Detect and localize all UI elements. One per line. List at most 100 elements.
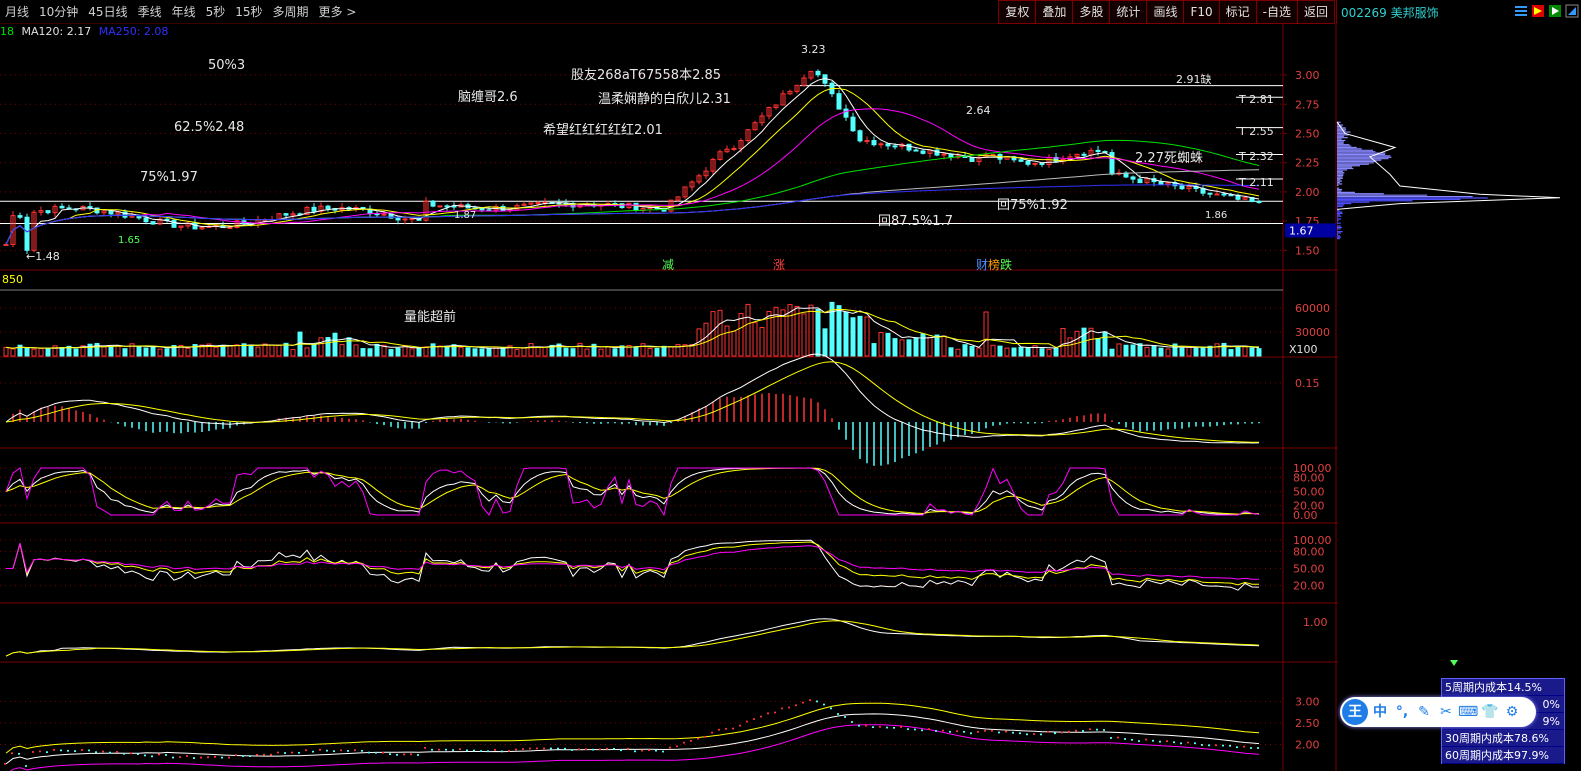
ma-legend: 18 MA120: 2.17 MA250: 2.08: [0, 24, 168, 40]
marker-rise[interactable]: 涨: [773, 256, 785, 273]
toolbar-button-6[interactable]: 标记: [1218, 0, 1257, 24]
marker-reduce[interactable]: 减: [662, 256, 674, 273]
volume-bar: [1130, 344, 1136, 357]
volume-bar: [920, 333, 926, 357]
label-low-148: ←1.48: [26, 250, 60, 263]
cost-row-4: 60周期内成本97.9%: [1442, 747, 1564, 764]
shirt-icon[interactable]: 👕: [1480, 702, 1500, 722]
keyboard-icon[interactable]: ⌨: [1458, 702, 1478, 722]
volume-bar: [976, 347, 982, 357]
candle-body: [1081, 153, 1087, 156]
marker-rank[interactable]: 榜: [988, 256, 1000, 273]
volume-bar: [458, 346, 464, 357]
toolbar-button-7[interactable]: -自选: [1255, 0, 1298, 24]
annotation-volume: 量能超前: [404, 310, 457, 325]
candle-body: [906, 143, 912, 151]
gear-icon[interactable]: ⚙: [1502, 702, 1522, 722]
menu-icon[interactable]: [1514, 4, 1528, 18]
volume-bar: [1193, 347, 1199, 357]
label-t255: T 2.55: [1239, 125, 1274, 138]
toolbar-button-0[interactable]: 复权: [998, 0, 1037, 24]
volume-bar: [948, 347, 954, 357]
period-tab-2[interactable]: 45日线: [83, 0, 132, 24]
volume-bar: [339, 343, 345, 357]
volume-bar: [927, 336, 933, 357]
macd-dif-line: [5, 353, 1260, 444]
period-tab-8[interactable]: 更多 >: [314, 0, 362, 24]
candle-body: [1158, 181, 1164, 185]
current-price-tag: 1.67: [1289, 224, 1314, 237]
kdj-tick-label-1: 80.00: [1293, 471, 1325, 484]
candle-body: [871, 140, 877, 146]
candle-body: [535, 202, 541, 205]
punctuation-icon[interactable]: °,: [1392, 702, 1412, 722]
kline-chart[interactable]: 3.002.752.502.252.001.751.501.6760000300…: [0, 24, 1581, 771]
period-tab-1[interactable]: 10分钟: [34, 0, 83, 24]
candle-body: [920, 150, 926, 154]
rsi-tick-label-3: 20.00: [1293, 580, 1325, 593]
volume-bar: [542, 346, 548, 357]
volume-bar: [367, 348, 373, 357]
volume-bar: [745, 303, 751, 357]
volume-bar: [311, 344, 317, 357]
toolbar-button-1[interactable]: 叠加: [1035, 0, 1074, 24]
volume-bar: [416, 347, 422, 357]
boll-lower: [9, 724, 1260, 771]
candle-body: [1207, 192, 1213, 195]
volume-bar: [717, 309, 723, 357]
candle-body: [892, 145, 898, 148]
candle-body: [1256, 200, 1262, 203]
arrow-icon[interactable]: [1565, 4, 1579, 18]
volume-bar: [157, 348, 163, 357]
volume-bar: [3, 346, 9, 357]
volume-bar: [738, 312, 744, 357]
chart-toolbar: 月线 10分钟 45日线 季线 年线 5秒 15秒 多周期 更多 > 复权 叠加 多股 统计 画线 F10…: [0, 0, 1335, 24]
volume-bar: [885, 332, 891, 357]
price-tick-label-6: 1.50: [1295, 244, 1320, 257]
small-marker-icon: [1450, 660, 1458, 666]
price-tick-label-4: 2.00: [1295, 186, 1320, 199]
ind5-line-b: [5, 620, 1260, 657]
candle-body: [913, 149, 919, 152]
toolbar-button-5[interactable]: F10: [1183, 0, 1220, 24]
chinese-input-icon[interactable]: 中: [1370, 702, 1390, 722]
play-icon[interactable]: [1548, 4, 1562, 18]
volume-bar: [703, 322, 709, 357]
volume-bar: [472, 348, 478, 357]
candle-body: [864, 140, 870, 143]
period-tab-7[interactable]: 多周期: [268, 0, 314, 24]
scissors-icon[interactable]: ✂: [1436, 702, 1456, 722]
period-tab-3[interactable]: 季线: [133, 0, 167, 24]
marker-finance[interactable]: 财: [976, 256, 988, 273]
volume-bar: [941, 335, 947, 357]
volume-bar: [388, 349, 394, 357]
annotation-spider: 2.27死蜘蛛: [1135, 151, 1203, 166]
candle-body: [444, 205, 450, 208]
volume-bar: [38, 348, 44, 357]
volume-bar: [1018, 346, 1024, 357]
volume-bar: [1221, 342, 1227, 357]
period-tab-6[interactable]: 15秒: [230, 0, 267, 24]
app-logo-icon[interactable]: 王: [1342, 699, 1368, 725]
function-buttons: 复权 叠加 多股 统计 画线 F10 标记 -自选 返回: [998, 0, 1335, 24]
macd-tick-label-0: 0.15: [1295, 377, 1320, 390]
toolbar-button-3[interactable]: 统计: [1109, 0, 1148, 24]
volume-bar: [1256, 348, 1262, 357]
toolbar-button-4[interactable]: 画线: [1146, 0, 1185, 24]
pen-icon[interactable]: ✎: [1414, 702, 1434, 722]
toolbar-button-2[interactable]: 多股: [1072, 0, 1111, 24]
volume-bar: [59, 347, 65, 357]
candle-body: [1018, 159, 1024, 162]
candle-body: [66, 207, 72, 210]
toolbar-button-8[interactable]: 返回: [1296, 0, 1335, 24]
volume-bar: [437, 345, 443, 357]
cost-row-3: 30周期内成本78.6%: [1442, 730, 1564, 747]
volume-indicator-label: 850: [2, 273, 23, 286]
volume-bar: [10, 348, 16, 357]
period-tab-0[interactable]: 月线: [0, 0, 34, 24]
period-tab-5[interactable]: 5秒: [201, 0, 231, 24]
flag-icon[interactable]: [1531, 4, 1545, 18]
candle-body: [1179, 185, 1185, 190]
period-tab-4[interactable]: 年线: [167, 0, 201, 24]
marker-fall[interactable]: 跌: [1000, 256, 1012, 273]
